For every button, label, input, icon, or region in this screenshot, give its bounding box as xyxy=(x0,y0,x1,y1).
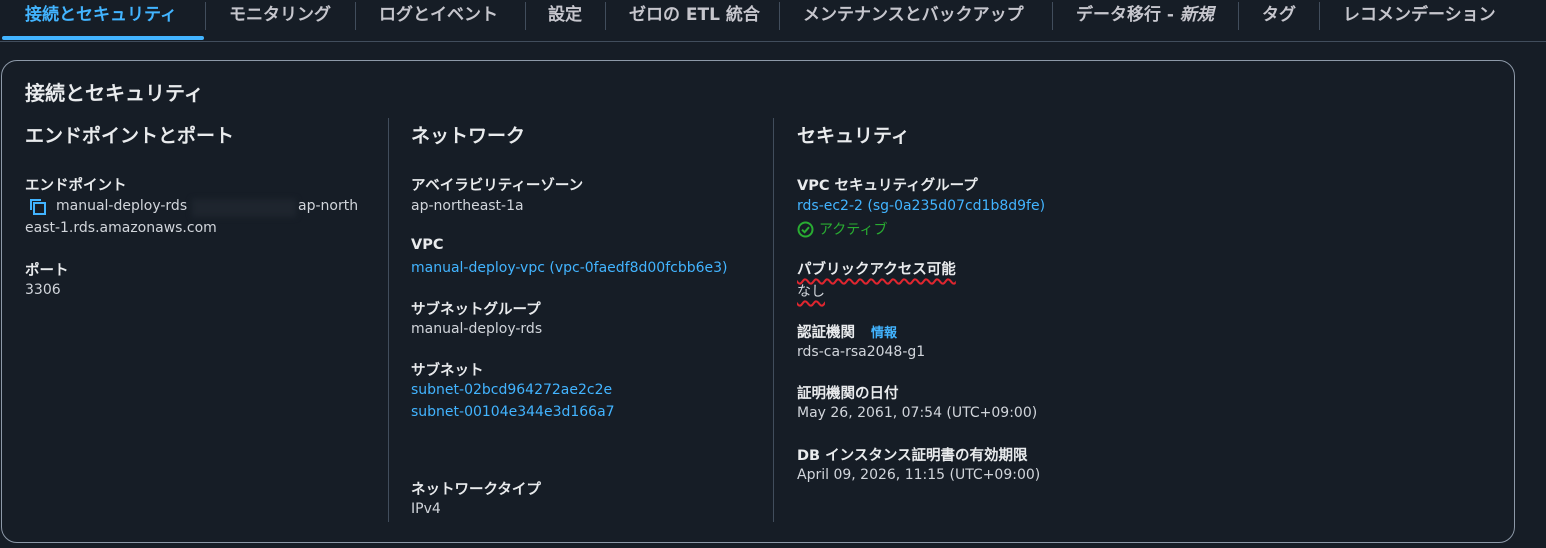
subnet-group-value: manual-deploy-rds xyxy=(411,321,543,337)
network-heading: ネットワーク xyxy=(411,125,526,147)
endpoint-label: エンドポイント xyxy=(25,178,127,194)
tab-separator xyxy=(355,2,356,30)
certificate-authority-value: rds-ca-rsa2048-g1 xyxy=(797,344,926,360)
copy-icon[interactable] xyxy=(29,198,47,216)
new-badge: 新規 xyxy=(1179,5,1214,25)
endpoint-value-start: manual-deploy-rds xyxy=(56,198,188,214)
column-divider xyxy=(388,118,389,522)
security-group-label: VPC セキュリティグループ xyxy=(797,178,978,194)
redacted-region xyxy=(192,199,296,217)
tab-data-migration[interactable]: データ移行 - 新規 xyxy=(1076,0,1214,31)
tab-data-migration-label: データ移行 - xyxy=(1076,5,1180,25)
db-cert-expiry-value: April 09, 2026, 11:15 (UTC+09:00) xyxy=(797,467,1041,483)
tab-separator xyxy=(779,2,780,30)
subnet-link-2[interactable]: subnet-00104e344e3d166a7 xyxy=(411,404,615,420)
subnet-group-label: サブネットグループ xyxy=(411,302,541,318)
check-circle-icon xyxy=(797,221,814,238)
tab-separator xyxy=(605,2,606,30)
public-access-value: なし xyxy=(797,284,825,300)
tab-connectivity-security[interactable]: 接続とセキュリティ xyxy=(25,0,177,31)
column-divider xyxy=(773,118,774,522)
vpc-link[interactable]: manual-deploy-vpc (vpc-0faedf8d00fcbb6e3… xyxy=(411,260,727,276)
network-type-label: ネットワークタイプ xyxy=(411,482,541,498)
tab-monitoring[interactable]: モニタリング xyxy=(229,0,331,31)
security-group-status: アクティブ xyxy=(819,222,888,238)
tab-separator xyxy=(525,2,526,30)
info-link[interactable]: 情報 xyxy=(871,322,897,341)
tab-separator xyxy=(205,2,206,30)
vpc-label: VPC xyxy=(411,237,444,253)
tab-recommendations[interactable]: レコメンデーション xyxy=(1343,0,1496,31)
endpoint-port-heading: エンドポイントとポート xyxy=(25,125,235,147)
security-group-link[interactable]: rds-ec2-2 (sg-0a235d07cd1b8d9fe) xyxy=(797,198,1045,214)
subnet-link-1[interactable]: subnet-02bcd964272ae2c2e xyxy=(411,382,612,398)
endpoint-value-end: east-1.rds.amazonaws.com xyxy=(25,220,217,236)
db-cert-expiry-label: DB インスタンス証明書の有効期限 xyxy=(797,448,1028,464)
availability-zone-label: アベイラビリティーゾーン xyxy=(411,178,584,194)
subnets-label: サブネット xyxy=(411,363,484,379)
availability-zone-value: ap-northeast-1a xyxy=(411,198,524,214)
tab-separator xyxy=(1238,2,1239,30)
tab-bar: 接続とセキュリティ モニタリング ログとイベント 設定 ゼロの ETL 統合 メ… xyxy=(0,0,1546,42)
tab-maintenance-backup[interactable]: メンテナンスとバックアップ xyxy=(803,0,1024,31)
port-label: ポート xyxy=(25,263,69,279)
network-type-value: IPv4 xyxy=(411,501,441,517)
ca-date-value: May 26, 2061, 07:54 (UTC+09:00) xyxy=(797,405,1038,421)
connectivity-security-panel: 接続とセキュリティ エンドポイントとポート エンドポイント manual-dep… xyxy=(1,60,1515,543)
active-tab-indicator xyxy=(2,36,204,40)
endpoint-value-mid: ap-north xyxy=(298,198,359,214)
security-heading: セキュリティ xyxy=(797,125,910,147)
tab-logs-events[interactable]: ログとイベント xyxy=(379,0,498,31)
tab-separator xyxy=(1052,2,1053,30)
ca-date-label: 証明機関の日付 xyxy=(797,386,899,402)
tab-separator xyxy=(1319,2,1320,30)
tab-tags[interactable]: タグ xyxy=(1262,0,1296,31)
certificate-authority-label: 認証機関 xyxy=(797,325,855,341)
port-value: 3306 xyxy=(25,282,61,298)
tab-zero-etl[interactable]: ゼロの ETL 統合 xyxy=(629,0,760,31)
tab-configuration[interactable]: 設定 xyxy=(548,0,582,31)
panel-title: 接続とセキュリティ xyxy=(25,81,204,105)
public-access-label: パブリックアクセス可能 xyxy=(797,262,956,278)
